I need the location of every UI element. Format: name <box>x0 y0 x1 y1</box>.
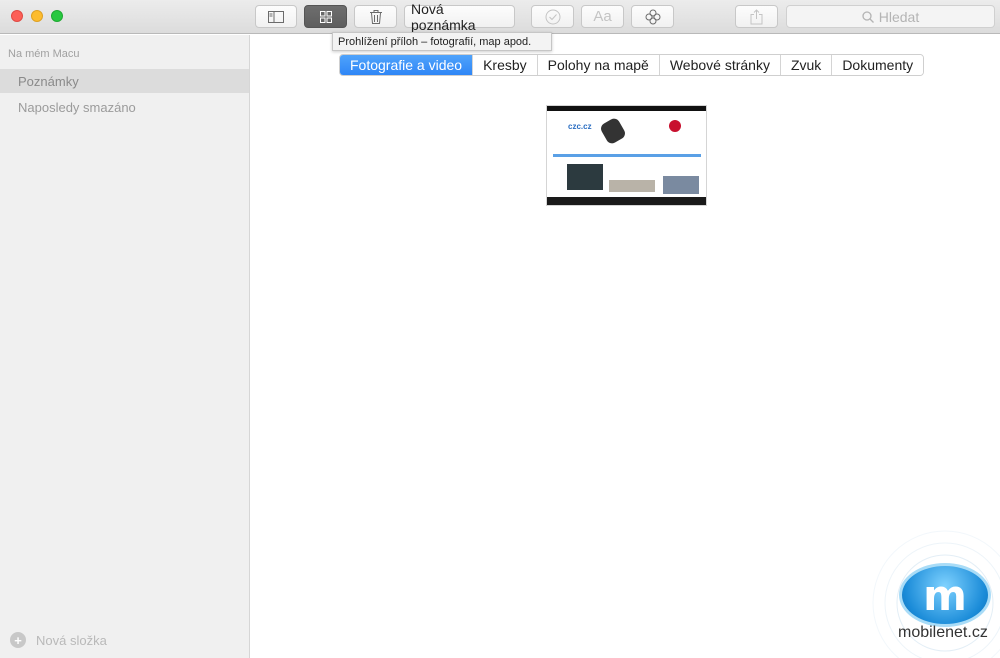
flower-icon <box>645 9 660 24</box>
close-window-button[interactable] <box>11 10 23 22</box>
tab-label: Polohy na mapě <box>547 57 649 73</box>
toggle-sidebar-button[interactable] <box>255 5 297 28</box>
thumbnail-menubar <box>547 106 706 111</box>
thumbnail-dock <box>547 197 706 205</box>
attachment-type-tabs: Fotografie a video Kresby Polohy na mapě… <box>339 54 925 76</box>
new-note-button[interactable]: Nová poznámka <box>404 1 515 33</box>
format-label: Aa <box>593 8 612 25</box>
checkmark-circle-icon <box>545 9 560 24</box>
trash-icon <box>369 9 382 24</box>
tooltip: Prohlížení příloh – fotografií, map apod… <box>332 32 552 51</box>
watermark-text: mobilenet.cz <box>898 624 988 641</box>
watermark-logo: m <box>899 563 991 627</box>
tab-sketches[interactable]: Kresby <box>473 55 538 75</box>
sidebar-header: Na mém Macu <box>8 48 80 60</box>
tab-websites[interactable]: Webové stránky <box>659 55 781 75</box>
sidebar-item-label: Naposledy smazáno <box>18 99 136 115</box>
new-folder-button[interactable]: + Nová složka <box>10 632 107 648</box>
tab-map-locations[interactable]: Polohy na mapě <box>537 55 660 75</box>
plus-icon: + <box>10 632 26 648</box>
search-icon <box>862 10 874 23</box>
watermark-letter: m <box>923 570 967 620</box>
tab-label: Dokumenty <box>842 57 914 73</box>
thumbnail-gallery-row <box>609 180 655 192</box>
tab-label: Fotografie a video <box>350 57 463 73</box>
tab-photos-videos[interactable]: Fotografie a video <box>340 55 474 75</box>
thumbnail-phones-image <box>663 176 699 194</box>
thumbnail-logo: czc.cz <box>568 122 592 131</box>
tab-audio[interactable]: Zvuk <box>780 55 833 75</box>
new-folder-label: Nová složka <box>36 632 107 648</box>
attachment-thumbnail[interactable]: czc.cz <box>546 105 707 206</box>
tab-label: Kresby <box>483 57 527 73</box>
thumbnail-band-image <box>598 116 628 146</box>
sidebar-item-recently-deleted[interactable]: Naposledy smazáno <box>0 95 249 119</box>
minimize-window-button[interactable] <box>31 10 43 22</box>
delete-button[interactable] <box>354 5 397 28</box>
sidebar-item-label: Poznámky <box>18 73 79 89</box>
sidebar-item-notes[interactable]: Poznámky <box>0 69 249 93</box>
format-button[interactable]: Aa <box>581 5 624 28</box>
sidebar: Na mém Macu Poznámky Naposledy smazáno +… <box>0 35 250 658</box>
zoom-window-button[interactable] <box>51 10 63 22</box>
tab-label: Zvuk <box>790 57 822 73</box>
search-placeholder: Hledat <box>878 8 920 25</box>
toolbar: Nová poznámka Aa Hledat <box>0 0 1000 34</box>
search-field[interactable]: Hledat <box>786 5 995 28</box>
grid-icon <box>319 10 332 23</box>
tab-label: Webové stránky <box>669 57 770 73</box>
thumbnail-nav-band <box>553 154 701 157</box>
share-icon <box>750 8 763 24</box>
add-people-button[interactable] <box>631 5 674 28</box>
tab-documents[interactable]: Dokumenty <box>832 55 924 75</box>
thumbnail-phone-image <box>567 164 603 190</box>
checklist-button[interactable] <box>531 5 574 28</box>
attachments-browser-button[interactable] <box>304 5 347 28</box>
sidebar-icon <box>268 10 284 23</box>
thumbnail-lg-logo <box>669 120 681 132</box>
share-button[interactable] <box>735 5 778 28</box>
new-note-label: Nová poznámka <box>411 0 476 33</box>
